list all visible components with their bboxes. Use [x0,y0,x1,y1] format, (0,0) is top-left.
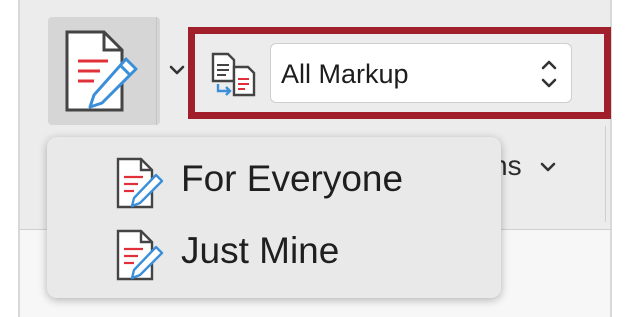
menu-item-just-mine[interactable]: Just Mine [47,216,501,282]
markup-select-value: All Markup [281,59,409,89]
track-changes-main-button[interactable] [48,17,157,125]
display-for-review-icon [211,52,256,97]
ribbon-separator [605,126,606,222]
display-for-review-group: All Markup [188,27,611,119]
track-changes-dropdown-arrow[interactable] [166,58,188,82]
track-changes-pencil-icon [65,30,138,112]
track-changes-pencil-icon [116,229,164,281]
up-down-chevron-icon [541,60,557,88]
track-changes-dropdown-menu: For Everyone Just Mine [47,137,501,298]
chevron-down-icon[interactable] [538,158,558,176]
menu-item-label: For Everyone [181,158,404,199]
menu-item-label: Just Mine [181,230,340,271]
markup-select[interactable]: All Markup [270,43,572,103]
chevron-down-icon [169,65,185,75]
menu-item-for-everyone[interactable]: For Everyone [47,144,501,210]
track-changes-pencil-icon [116,157,164,209]
track-changes-button[interactable] [48,17,160,125]
